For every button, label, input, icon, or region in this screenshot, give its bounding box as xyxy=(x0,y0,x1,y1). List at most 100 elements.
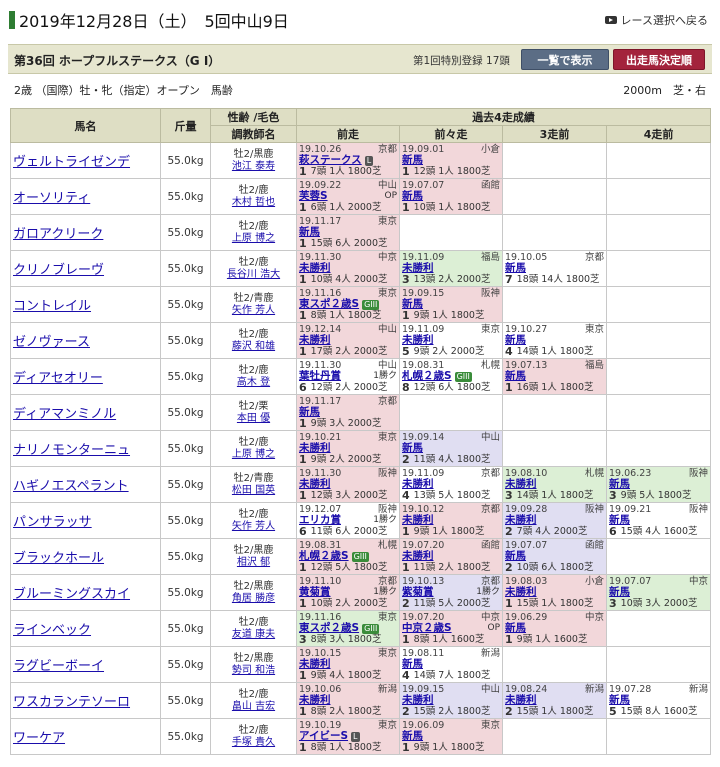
race-detail: 9頭 1人 1600芝 xyxy=(516,634,588,645)
past-race-empty xyxy=(502,178,607,215)
past-race-cell: 19.10.13 京都 紫菊賞 1勝ク 2 11頭 5人 2000芝 xyxy=(399,574,503,611)
race-detail: 15頭 8人 1600芝 xyxy=(620,706,698,717)
past-race-venue: 阪神 xyxy=(689,468,709,479)
race-detail: 11頭 6人 2000芝 xyxy=(310,526,388,537)
horse-name-link[interactable]: ワーケア xyxy=(13,731,65,746)
trainer-link[interactable]: 手塚 貴久 xyxy=(211,737,296,749)
sex-trainer-cell: 牡2/青鹿 矢作 芳人 xyxy=(210,286,297,323)
past-race-name[interactable]: 東スポ２歳S xyxy=(299,299,359,310)
trainer-link[interactable]: 上原 博之 xyxy=(211,449,296,461)
past-race-cell: 19.07.07 中京 新馬 3 10頭 3人 2000芝 xyxy=(605,574,712,611)
finish-position: 1 xyxy=(299,165,307,178)
trainer-link[interactable]: 松田 国英 xyxy=(211,485,296,497)
past-race-empty xyxy=(605,286,712,323)
horse-name-link[interactable]: パンサラッサ xyxy=(13,515,92,530)
trainer-link[interactable]: 高木 登 xyxy=(211,377,296,389)
sex-trainer-cell: 牡2/鹿 手塚 貴久 xyxy=(210,718,297,755)
past-race-cell: 19.11.30 中山 葉牡丹賞 1勝ク 6 12頭 2人 2000芝 xyxy=(296,358,400,395)
finish-position: 1 xyxy=(299,237,307,250)
finish-position: 1 xyxy=(505,597,513,610)
past-race-cell: 19.11.17 京都 新馬 1 9頭 3人 2000芝 xyxy=(296,394,400,431)
horse-name-link[interactable]: ハギノエスペラント xyxy=(13,479,129,494)
trainer-link[interactable]: 矢作 芳人 xyxy=(211,305,296,317)
finish-position: 1 xyxy=(299,201,307,214)
horse-name-cell: ディアセオリー xyxy=(10,358,161,395)
past-race-cell: 19.07.07 函館 新馬 1 10頭 1人 1800芝 xyxy=(399,178,503,215)
trainer-link[interactable]: 木村 哲也 xyxy=(211,197,296,209)
horse-name-link[interactable]: ディアマンミノル xyxy=(13,407,116,422)
trainer-link[interactable]: 池江 泰寿 xyxy=(211,161,296,173)
table-row: コントレイル 55.0kg 牡2/青鹿 矢作 芳人 19.11.16 東京 東スポ２歳S… xyxy=(10,286,712,323)
past-race-venue: 札幌 xyxy=(377,540,397,551)
trainer-link[interactable]: 上原 博之 xyxy=(211,233,296,245)
finish-position: 6 xyxy=(299,381,307,394)
sex-color: 牡2/黒鹿 xyxy=(233,652,274,664)
horse-name-link[interactable]: ブルーミングスカイ xyxy=(13,587,130,602)
trainer-link[interactable]: 本田 優 xyxy=(211,413,296,425)
horse-name-link[interactable]: ブラックホール xyxy=(13,551,104,566)
past-race-cell: 19.09.22 中山 芙蓉S OP 1 6頭 1人 2000芝 xyxy=(296,178,400,215)
race-name: 第36回 ホープフルステークス（G I） xyxy=(14,54,221,68)
horse-name-link[interactable]: クリノブレーヴ xyxy=(13,263,104,278)
weight-cell: 55.0kg xyxy=(160,574,211,611)
sex-trainer-cell: 牡2/鹿 藤沢 和雄 xyxy=(210,322,297,359)
past-race-name[interactable]: 萩ステークス xyxy=(299,155,362,166)
past-race-cell: 19.06.23 阪神 新馬 3 9頭 5人 1800芝 xyxy=(605,466,712,503)
race-detail: 13頭 5人 1800芝 xyxy=(413,490,491,501)
trainer-link[interactable]: 藤沢 和雄 xyxy=(211,341,296,353)
col-prev1: 前走 xyxy=(296,125,400,143)
sex-trainer-cell: 牡2/鹿 長谷川 浩大 xyxy=(210,250,297,287)
starters-order-button[interactable]: 出走馬決定順 xyxy=(613,49,705,70)
finish-position: 1 xyxy=(299,453,307,466)
past-race-cell: 19.09.01 小倉 新馬 1 12頭 1人 1800芝 xyxy=(399,142,503,179)
horse-name-cell: ワーケア xyxy=(10,718,161,755)
sex-color: 牡2/青鹿 xyxy=(233,472,274,484)
trainer-link[interactable]: 勢司 和浩 xyxy=(211,665,296,677)
horse-name-link[interactable]: ラグビーボーイ xyxy=(13,659,104,674)
horse-name-link[interactable]: ガロアクリーク xyxy=(13,227,103,242)
past-race-cell: 19.07.28 新潟 新馬 5 15頭 8人 1600芝 xyxy=(605,682,712,719)
grade-badge: GIII xyxy=(362,299,380,310)
weight-cell: 55.0kg xyxy=(160,610,211,647)
finish-position: 2 xyxy=(505,525,513,538)
horse-name-link[interactable]: ナリノモンターニュ xyxy=(13,443,130,458)
horse-name-link[interactable]: ラインベック xyxy=(13,623,91,638)
race-class: 1勝ク xyxy=(373,587,397,597)
past-race-venue: 中京 xyxy=(584,612,604,623)
past-race-cell: 19.10.12 京都 未勝利 1 9頭 1人 1800芝 xyxy=(399,502,503,539)
horse-name-link[interactable]: ディアセオリー xyxy=(13,371,103,386)
past-race-name[interactable]: 東スポ２歳S xyxy=(299,623,359,634)
list-view-button[interactable]: 一覧で表示 xyxy=(521,49,609,70)
col-prev2: 前々走 xyxy=(399,125,503,143)
horse-name-link[interactable]: コントレイル xyxy=(13,299,91,314)
race-distance: 2000m 芝・右 xyxy=(623,84,706,97)
finish-position: 3 xyxy=(609,597,617,610)
trainer-link[interactable]: 相沢 郁 xyxy=(211,557,296,569)
trainer-link[interactable]: 矢作 芳人 xyxy=(211,521,296,533)
horse-name-cell: ゼノヴァース xyxy=(10,322,161,359)
trainer-link[interactable]: 角居 勝彦 xyxy=(211,593,296,605)
race-detail: 12頭 3人 2000芝 xyxy=(310,490,388,501)
weight-cell: 55.0kg xyxy=(160,538,211,575)
sex-trainer-cell: 牡2/鹿 畠山 吉宏 xyxy=(210,682,297,719)
sex-color: 牡2/鹿 xyxy=(238,508,269,520)
back-to-race-select-link[interactable]: レース選択へ戻る xyxy=(604,12,708,28)
horse-name-link[interactable]: ワスカランテソーロ xyxy=(13,695,130,710)
horse-name-cell: コントレイル xyxy=(10,286,161,323)
trainer-link[interactable]: 畠山 吉宏 xyxy=(211,701,296,713)
trainer-link[interactable]: 友道 康夫 xyxy=(211,629,296,641)
past-race-venue: 中山 xyxy=(377,360,397,371)
horse-name-link[interactable]: ヴェルトライゼンデ xyxy=(13,155,130,170)
past-race-cell: 19.10.15 東京 未勝利 1 9頭 4人 1800芝 xyxy=(296,646,400,683)
past-race-venue: 函館 xyxy=(480,180,500,191)
grade-badge: L xyxy=(364,155,374,166)
col-horse-name: 馬名 xyxy=(10,108,161,143)
finish-position: 1 xyxy=(299,597,307,610)
trainer-link[interactable]: 長谷川 浩大 xyxy=(211,269,296,281)
sex-color: 牡2/鹿 xyxy=(238,436,269,448)
past-race-cell: 19.07.13 福島 新馬 1 16頭 1人 1800芝 xyxy=(502,358,607,395)
table-row: ワスカランテソーロ 55.0kg 牡2/鹿 畠山 吉宏 19.10.06 新潟 未勝利 … xyxy=(10,682,712,719)
horse-name-link[interactable]: ゼノヴァース xyxy=(13,335,90,350)
past-race-venue: 新潟 xyxy=(377,684,397,695)
horse-name-link[interactable]: オーソリティ xyxy=(13,191,90,206)
